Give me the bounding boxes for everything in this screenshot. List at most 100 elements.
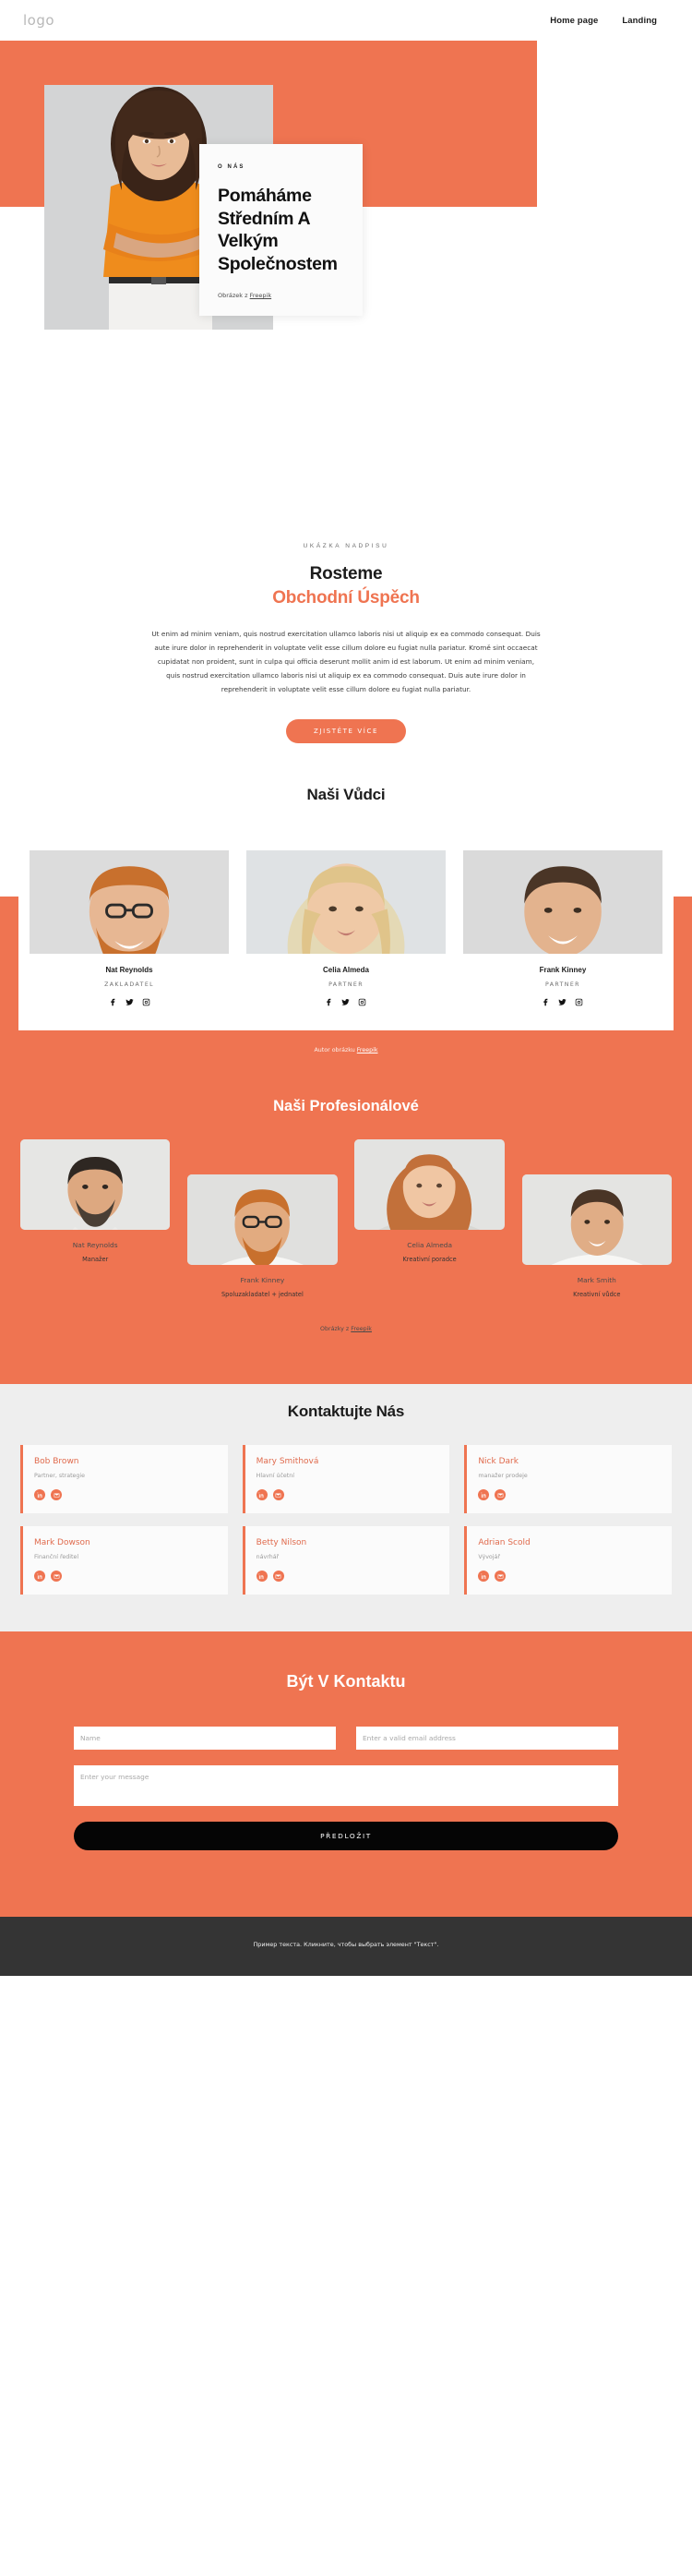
leader-card: Celia Almeda PARTNER: [245, 850, 447, 1006]
email-icon[interactable]: [495, 1571, 507, 1583]
contact-card[interactable]: Betty Nilson návrhář: [242, 1526, 450, 1595]
grow-heading-line2: Obchodní Úspěch: [272, 587, 420, 608]
professional-card: Mark Smith Kreativní vůdce: [521, 1174, 672, 1298]
linkedin-icon[interactable]: [34, 1571, 45, 1583]
footer-text: Пример текста. Кликните, чтобы выбрать э…: [253, 1941, 439, 1949]
hero-image-credit: Obrázek z Freepik: [218, 292, 344, 299]
leaders-heading: Naši Vůdci: [306, 786, 386, 804]
contacts-heading: Kontaktujte Nás: [287, 1402, 405, 1421]
professional-role: Spoluzakladatel + jednatel: [221, 1291, 304, 1299]
contact-role: Partner, strategie: [34, 1473, 86, 1480]
linkedin-icon[interactable]: [478, 1489, 490, 1501]
instagram-icon[interactable]: [575, 998, 583, 1006]
email-icon[interactable]: [51, 1571, 62, 1583]
nav-link-landing[interactable]: Landing: [622, 16, 657, 26]
contact-name: Mark Dowson: [34, 1538, 90, 1548]
facebook-icon[interactable]: [542, 998, 550, 1006]
professional-card: Celia Almeda Kreativní poradce: [354, 1139, 505, 1264]
contact-role: Finanční ředitel: [34, 1554, 79, 1561]
leader-portrait-illustration: [30, 850, 230, 955]
email-input[interactable]: [356, 1727, 618, 1751]
leader-photo: [462, 850, 662, 955]
professional-portrait-illustration: [521, 1174, 672, 1266]
contact-name: Bob Brown: [34, 1457, 79, 1467]
message-input[interactable]: [74, 1765, 618, 1807]
professional-photo: [20, 1139, 171, 1231]
linkedin-icon[interactable]: [34, 1489, 45, 1501]
pros-credit-link[interactable]: Freepik: [351, 1326, 372, 1332]
leader-name: Nat Reynolds: [105, 966, 153, 975]
grow-heading: Rosteme Obchodní Úspěch: [0, 562, 692, 609]
email-icon[interactable]: [51, 1489, 62, 1501]
leader-card: Nat Reynolds ZAKLADATEL: [30, 850, 230, 1006]
hero-credit-link[interactable]: Freepik: [250, 292, 272, 299]
name-input[interactable]: [74, 1727, 336, 1751]
contact-card[interactable]: Adrian Scold Vývojář: [464, 1526, 672, 1595]
contact-card[interactable]: Nick Dark manažer prodeje: [464, 1445, 672, 1514]
form-row-name-email: [74, 1727, 618, 1751]
professional-name: Celia Almeda: [407, 1241, 452, 1250]
email-icon[interactable]: [272, 1571, 284, 1583]
grow-paragraph: Ut enim ad minim veniam, quis nostrud ex…: [151, 630, 541, 694]
contact-socials: [34, 1571, 216, 1583]
twitter-icon[interactable]: [341, 998, 351, 1006]
email-field-wrapper: [356, 1727, 618, 1751]
hero-title: Pomáháme Středním A Velkým Společnostem: [218, 186, 338, 274]
learn-more-button[interactable]: ZJISTĚTE VÍCE: [286, 719, 406, 744]
logo[interactable]: logo: [23, 12, 54, 29]
leaders-card: Nat Reynolds ZAKLADATEL Celia Almeda PAR…: [18, 830, 674, 1031]
leader-socials: [246, 998, 446, 1006]
professional-photo: [521, 1174, 672, 1266]
facebook-icon[interactable]: [325, 998, 333, 1006]
leader-card: Frank Kinney PARTNER: [462, 850, 662, 1006]
leader-socials: [463, 998, 662, 1006]
contact-role: Hlavní účetní: [256, 1473, 295, 1480]
contact-card[interactable]: Mary Smithová Hlavní účetní: [242, 1445, 450, 1514]
grow-kicker: UKÁZKA NADPISU: [303, 543, 389, 549]
professionals-grid: Nat Reynolds Manažer Frank Kinney Spoluz…: [20, 1139, 672, 1298]
email-icon[interactable]: [495, 1489, 507, 1501]
submit-button[interactable]: PŘEDLOŽIT: [74, 1822, 618, 1851]
professional-portrait-illustration: [354, 1139, 505, 1231]
leader-name: Frank Kinney: [539, 966, 587, 975]
site-footer: Пример текста. Кликните, чтобы выбрать э…: [0, 1917, 692, 1977]
hero-eyebrow: O NÁS: [218, 164, 245, 170]
grow-heading-line1: Rosteme: [309, 564, 383, 584]
facebook-icon[interactable]: [109, 998, 117, 1006]
leader-portrait-illustration: [245, 850, 447, 955]
pros-credit-prefix: Obrázky z: [320, 1326, 352, 1333]
contact-card[interactable]: Bob Brown Partner, strategie: [20, 1445, 228, 1514]
name-field-wrapper: [74, 1727, 336, 1751]
contact-name: Mary Smithová: [256, 1457, 319, 1467]
professional-role: Kreativní poradce: [402, 1256, 457, 1264]
linkedin-icon[interactable]: [256, 1489, 268, 1501]
leader-portrait-illustration: [462, 850, 662, 955]
leader-role: PARTNER: [545, 981, 580, 989]
instagram-icon[interactable]: [142, 998, 150, 1006]
contact-card[interactable]: Mark Dowson Finanční ředitel: [20, 1526, 228, 1595]
linkedin-icon[interactable]: [256, 1571, 268, 1583]
leaders-credit-prefix: Autor obrázku: [314, 1047, 357, 1054]
email-icon[interactable]: [272, 1489, 284, 1501]
instagram-icon[interactable]: [358, 998, 366, 1006]
hero-credit-prefix: Obrázek z: [218, 292, 250, 300]
professionals-heading: Naši Profesionálové: [273, 1098, 419, 1115]
leaders-credit-link[interactable]: Freepik: [357, 1047, 378, 1053]
professional-portrait-illustration: [187, 1174, 338, 1266]
twitter-icon[interactable]: [125, 998, 134, 1006]
contact-role: Vývojář: [478, 1554, 500, 1561]
linkedin-icon[interactable]: [478, 1571, 490, 1583]
nav-link-home-page[interactable]: Home page: [550, 16, 598, 26]
contact-socials: [256, 1571, 438, 1583]
twitter-icon[interactable]: [558, 998, 567, 1006]
contact-form-section: Být V Kontaktu PŘEDLOŽIT: [0, 1631, 692, 1918]
professional-name: Nat Reynolds: [72, 1241, 118, 1250]
contact-socials: [256, 1489, 438, 1501]
professional-name: Frank Kinney: [240, 1276, 285, 1285]
professional-card: Nat Reynolds Manažer: [20, 1139, 171, 1263]
contact-name: Nick Dark: [478, 1457, 519, 1467]
leader-photo: [30, 850, 230, 955]
contacts-grid: Bob Brown Partner, strategie Mary Smitho…: [20, 1445, 672, 1595]
contact-name: Betty Nilson: [256, 1538, 307, 1548]
contacts-section: Kontaktujte Nás Bob Brown Partner, strat…: [0, 1371, 692, 1632]
